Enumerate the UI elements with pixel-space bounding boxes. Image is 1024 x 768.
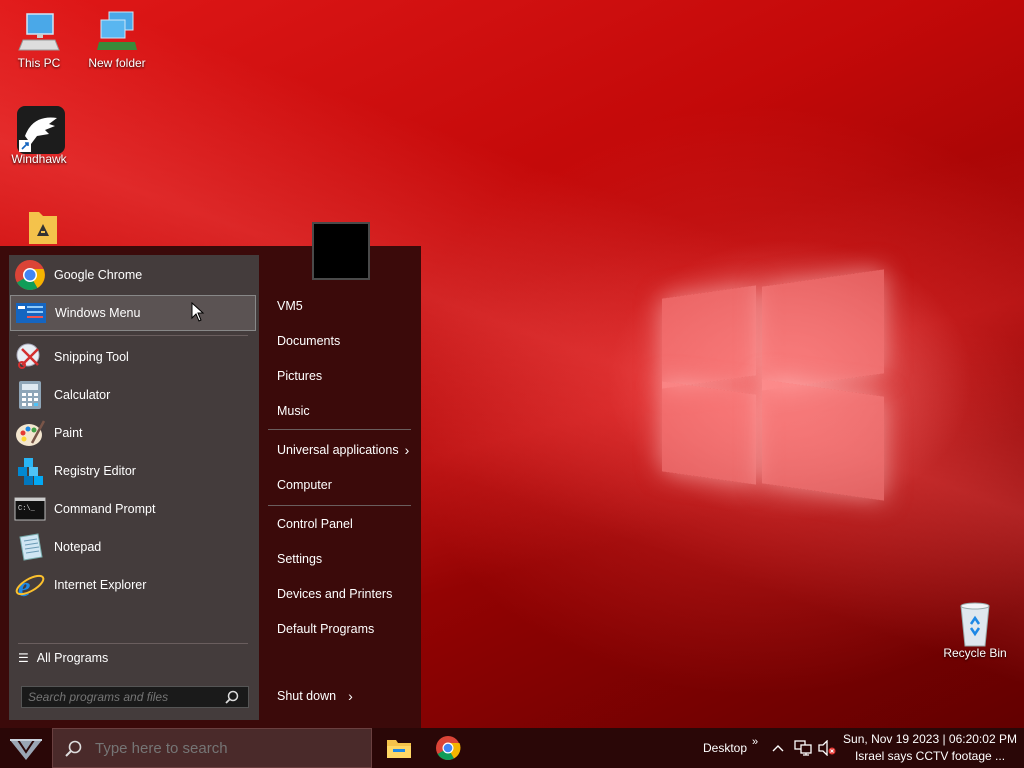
- wallpaper-windows-logo: [660, 269, 886, 501]
- show-hidden-icons-button[interactable]: [772, 728, 784, 768]
- right-item-computer[interactable]: Computer: [268, 470, 414, 500]
- taskbar-search-input[interactable]: [93, 738, 357, 758]
- right-item-pictures[interactable]: Pictures: [268, 361, 414, 391]
- notepad-icon: [14, 531, 46, 563]
- list-icon: ☰: [18, 651, 29, 665]
- right-item-documents[interactable]: Documents: [268, 326, 414, 356]
- program-label: Snipping Tool: [54, 350, 129, 364]
- all-programs-button[interactable]: ☰ All Programs: [10, 641, 256, 675]
- program-label: Registry Editor: [54, 464, 136, 478]
- start-search-box[interactable]: [21, 686, 249, 708]
- right-item-label: Pictures: [277, 369, 323, 383]
- chrome-taskbar-icon[interactable]: [432, 732, 464, 764]
- desktop-icon-recycle-bin[interactable]: Recycle Bin: [940, 600, 1010, 660]
- program-calculator[interactable]: Calculator: [10, 377, 256, 413]
- windows-menu-icon: [15, 297, 47, 329]
- program-internet-explorer[interactable]: e Internet Explorer: [10, 567, 256, 603]
- right-item-label: Devices and Printers: [277, 587, 393, 601]
- program-paint[interactable]: Paint: [10, 415, 256, 451]
- windhawk-eagle-icon: [17, 106, 65, 154]
- program-snipping-tool[interactable]: Snipping Tool: [10, 339, 256, 375]
- palette-icon: [14, 417, 46, 449]
- right-item-label: Control Panel: [277, 517, 353, 531]
- desktop-icon-label: This PC: [17, 56, 61, 70]
- program-label: Windows Menu: [55, 306, 141, 320]
- menu-divider: [18, 335, 248, 336]
- mouse-cursor-icon: [191, 302, 205, 322]
- svg-text:C:\_: C:\_: [18, 505, 36, 513]
- desktop-icon-windhawk[interactable]: Windhawk: [4, 106, 74, 166]
- clock-datetime: Sun, Nov 19 2023 | 06:20:02 PM: [843, 732, 1017, 746]
- chevron-right-icon[interactable]: ›: [348, 688, 353, 704]
- toolbar-overflow-button[interactable]: »: [752, 722, 758, 762]
- network-tray-icon[interactable]: [794, 728, 812, 768]
- start-button[interactable]: [0, 728, 52, 768]
- desktop-icon-label: New folder: [88, 56, 146, 70]
- start-logo-icon: [10, 739, 42, 760]
- news-headline: Israel says CCTV footage ...: [854, 749, 1006, 763]
- search-icon: [225, 690, 239, 704]
- taskbar: Desktop » Sun, Nov 19 2023 | 06:20:02 PM…: [0, 728, 1024, 768]
- file-explorer-icon[interactable]: [383, 732, 415, 764]
- recycle-bin-icon: [953, 600, 997, 647]
- all-programs-label: All Programs: [36, 651, 109, 665]
- right-item-devices-and-printers[interactable]: Devices and Printers: [268, 579, 414, 609]
- calculator-icon: [14, 379, 46, 411]
- program-label: Paint: [54, 426, 83, 440]
- menu-divider: [268, 429, 411, 430]
- desktop-icon-label: Windhawk: [11, 152, 67, 166]
- shutdown-button[interactable]: Shut down ›: [268, 681, 358, 711]
- desktop-icon-new-folder[interactable]: New folder: [82, 10, 152, 70]
- program-label: Internet Explorer: [54, 578, 147, 592]
- terminal-icon: C:\_: [14, 493, 46, 525]
- right-item-label: Documents: [277, 334, 341, 348]
- desktop-icon-label: Recycle Bin: [943, 646, 1007, 660]
- shutdown-label: Shut down: [277, 689, 337, 703]
- right-item-universal-applications[interactable]: Universal applications ›: [268, 435, 414, 465]
- program-command-prompt[interactable]: C:\_ Command Prompt: [10, 491, 256, 527]
- computer-icon: [17, 10, 61, 54]
- search-icon: [65, 740, 82, 757]
- chevron-right-icon: ›: [404, 442, 410, 458]
- volume-tray-icon[interactable]: [818, 728, 836, 768]
- program-registry-editor[interactable]: Registry Editor: [10, 453, 256, 489]
- right-item-label: Computer: [277, 478, 332, 492]
- registry-icon: [14, 455, 46, 487]
- start-search-input[interactable]: [26, 689, 220, 705]
- right-item-label: VM5: [277, 299, 303, 313]
- network-icon: [794, 740, 812, 756]
- program-windows-menu[interactable]: Windows Menu: [10, 295, 256, 331]
- clock-and-news[interactable]: Sun, Nov 19 2023 | 06:20:02 PM Israel sa…: [840, 731, 1020, 765]
- right-item-default-programs[interactable]: Default Programs: [268, 614, 414, 644]
- program-label: Calculator: [54, 388, 111, 402]
- chevron-up-icon: [772, 745, 784, 752]
- program-google-chrome[interactable]: Google Chrome: [10, 257, 256, 293]
- menu-divider: [268, 505, 411, 506]
- right-item-settings[interactable]: Settings: [268, 544, 414, 574]
- right-item-music[interactable]: Music: [268, 396, 414, 426]
- volume-muted-icon: [818, 740, 836, 756]
- network-computers-icon: [95, 10, 139, 54]
- desktop-toolbar-label: Desktop: [703, 741, 748, 755]
- desktop-icon-this-pc[interactable]: This PC: [4, 10, 74, 70]
- program-label: Google Chrome: [54, 268, 143, 282]
- program-notepad[interactable]: Notepad: [10, 529, 256, 565]
- taskbar-search-box[interactable]: [52, 728, 372, 768]
- right-item-label: Universal applications: [277, 443, 399, 457]
- program-label: Command Prompt: [54, 502, 156, 516]
- user-picture[interactable]: [312, 222, 370, 280]
- right-item-control-panel[interactable]: Control Panel: [268, 509, 414, 539]
- right-item-label: Default Programs: [277, 622, 375, 636]
- double-chevron-icon: »: [752, 736, 759, 748]
- right-item-vm5[interactable]: VM5: [268, 291, 414, 321]
- right-item-label: Music: [277, 404, 310, 418]
- scissors-icon: [14, 341, 46, 373]
- program-label: Notepad: [54, 540, 102, 554]
- right-item-label: Settings: [277, 552, 323, 566]
- desktop-toolbar[interactable]: Desktop: [703, 728, 747, 768]
- chrome-icon: [14, 259, 46, 291]
- ie-icon: e: [14, 569, 46, 603]
